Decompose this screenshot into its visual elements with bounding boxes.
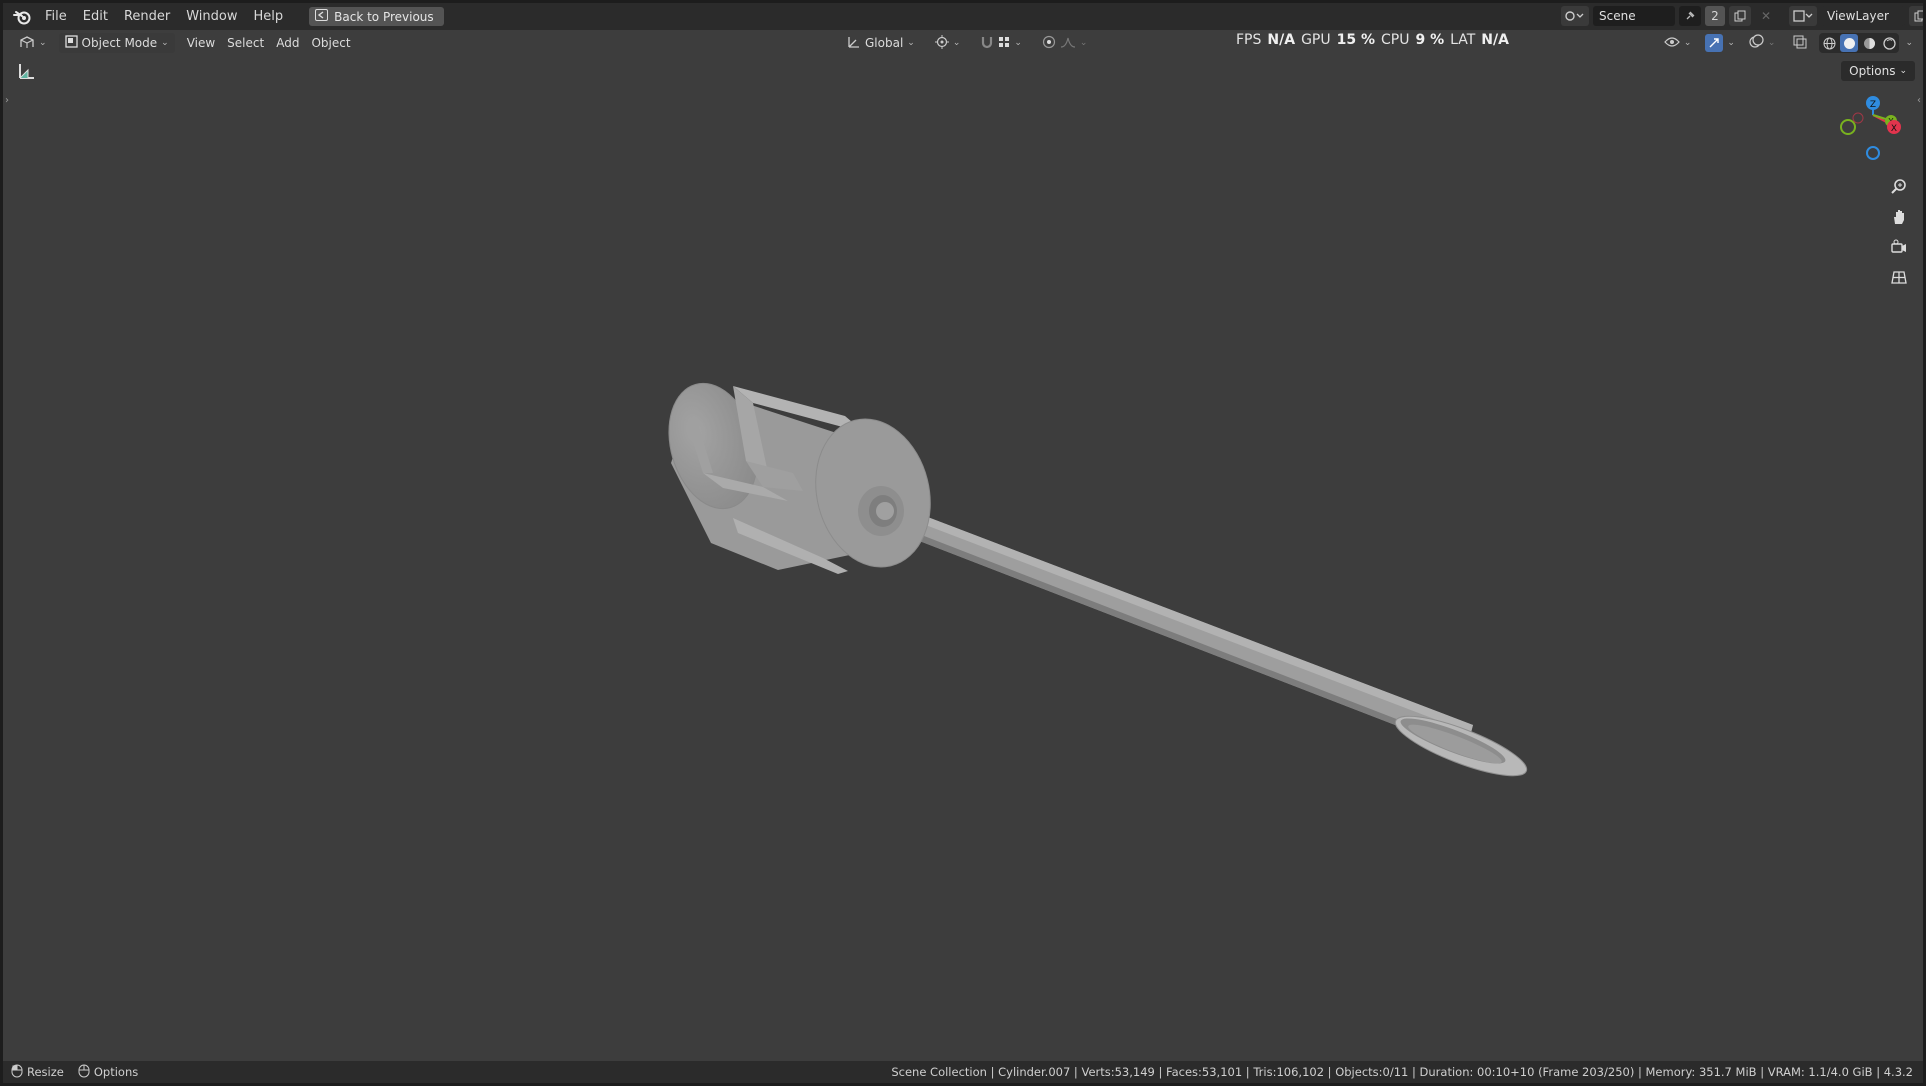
status-hints: Resize Options: [11, 1064, 138, 1081]
x-axis-label: X: [1891, 124, 1897, 134]
resize-hint: Resize: [27, 1065, 64, 1079]
perspective-grid-icon[interactable]: [1887, 265, 1911, 289]
scene-statistics: Scene Collection | Cylinder.007 | Verts:…: [891, 1065, 1913, 1079]
neg-y-axis-icon[interactable]: [1840, 119, 1856, 135]
neg-z-axis-icon[interactable]: [1866, 146, 1880, 160]
zoom-icon[interactable]: [1887, 175, 1911, 199]
mouse-right-icon: [78, 1064, 90, 1081]
blender-window: File Edit Render Window Help Back to Pre…: [3, 3, 1923, 1083]
viewport-scene[interactable]: [3, 3, 1923, 1083]
camera-view-icon[interactable]: [1887, 235, 1911, 259]
navigation-gizmo[interactable]: Z Y X: [1833, 93, 1913, 173]
mouse-left-icon: [11, 1064, 23, 1081]
options-hint: Options: [93, 1065, 139, 1079]
neg-x-axis-icon[interactable]: [1852, 112, 1864, 124]
pan-hand-icon[interactable]: [1887, 205, 1911, 229]
status-bar: Resize Options Scene Collection | Cylind…: [3, 1061, 1923, 1083]
needle-model[interactable]: [655, 373, 1532, 787]
z-axis-label: Z: [1870, 100, 1876, 110]
